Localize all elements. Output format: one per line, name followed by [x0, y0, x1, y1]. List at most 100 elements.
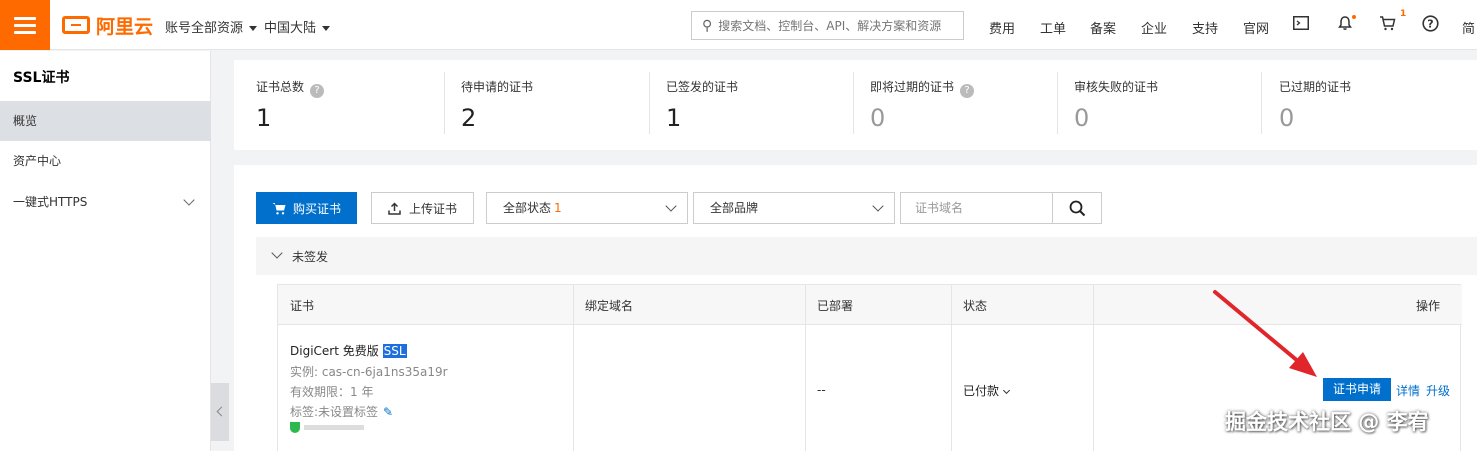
global-search[interactable]: ⚲: [691, 11, 964, 40]
menu-icon[interactable]: [0, 0, 50, 50]
nav-fees[interactable]: 费用: [989, 18, 1015, 37]
notification-dot: [1352, 15, 1356, 19]
terminal-icon[interactable]: [1291, 15, 1311, 35]
sidebar-item-label: 一键式HTTPS: [13, 195, 88, 209]
divider: [1093, 285, 1094, 451]
deployed-value: --: [817, 383, 826, 397]
buy-certificate-label: 购买证书: [292, 201, 341, 216]
stat-label: 已签发的证书: [666, 80, 739, 94]
tags-text: 标签:未设置标签: [290, 405, 379, 419]
brand-filter-select[interactable]: 全部品牌: [693, 192, 895, 224]
stat-failed[interactable]: 审核失败的证书 0: [1052, 60, 1257, 150]
aliyun-logo[interactable]: 阿里云: [62, 13, 154, 38]
shield-icon: [290, 422, 300, 433]
red-arrow-annotation: [1213, 290, 1317, 377]
watermark: 掘金技术社区 @ 李宥: [1225, 410, 1429, 434]
nav-enterprise[interactable]: 企业: [1141, 18, 1167, 37]
stat-pending[interactable]: 待申请的证书 2: [439, 60, 644, 150]
logo-text: 阿里云: [96, 15, 154, 38]
language-switch[interactable]: 简: [1462, 18, 1475, 37]
account-dropdown[interactable]: 账号全部资源: [165, 17, 258, 36]
status-filter-select[interactable]: 全部状态 1: [486, 192, 688, 224]
global-search-input[interactable]: [718, 18, 944, 33]
divider: [951, 285, 952, 451]
group-label: 未签发: [292, 250, 329, 264]
sidebar-item-assets[interactable]: 资产中心: [0, 141, 211, 181]
stat-issued[interactable]: 已签发的证书 1: [644, 60, 849, 150]
domain-search-input[interactable]: 证书域名: [900, 192, 1052, 224]
stat-expired[interactable]: 已过期的证书 0: [1257, 60, 1462, 150]
stat-label: 待申请的证书: [461, 80, 534, 94]
status-filter-label: 全部状态: [503, 201, 552, 215]
edit-pencil-icon[interactable]: ✎: [383, 405, 393, 419]
status-text: 已付款: [963, 384, 1000, 398]
sidebar-item-overview[interactable]: 概览: [0, 101, 211, 141]
stat-value: 0: [870, 104, 886, 132]
nav-filing[interactable]: 备案: [1090, 18, 1116, 37]
certificate-validity: 有效期限：1 年: [290, 385, 374, 399]
help-icon[interactable]: ?: [1420, 15, 1440, 35]
stat-value: 1: [256, 104, 272, 132]
chevron-down-icon: [1002, 386, 1011, 395]
column-header-deployed: 已部署: [817, 299, 854, 313]
svg-text:?: ?: [1427, 18, 1433, 31]
top-bar: 阿里云 账号全部资源 中国大陆 ⚲ 费用 工单 备案 企业 支持 官网 1 ? …: [0, 0, 1477, 50]
certificate-instance: 实例: cas-cn-6ja1ns35a19r: [290, 365, 448, 379]
sidebar-title: SSL证书: [13, 70, 70, 86]
chevron-down-icon: [271, 247, 283, 259]
brand-filter-label: 全部品牌: [710, 201, 759, 215]
column-header-bound-domain: 绑定域名: [585, 299, 634, 313]
stat-value: 0: [1074, 104, 1090, 132]
column-header-certificate: 证书: [290, 299, 315, 313]
sidebar-item-label: 资产中心: [13, 154, 62, 168]
domain-search-button[interactable]: [1052, 192, 1102, 224]
apply-certificate-button[interactable]: 证书申请: [1323, 378, 1391, 401]
aliyun-logo-icon: [62, 16, 90, 34]
account-dropdown-label: 账号全部资源: [165, 21, 244, 36]
sidebar: SSL证书 概览 资产中心 一键式HTTPS: [0, 51, 211, 451]
upload-certificate-label: 上传证书: [408, 201, 457, 216]
redacted-text: [304, 425, 364, 430]
divider: [573, 285, 574, 451]
caret-down-icon: [322, 26, 331, 31]
chevron-down-icon: [183, 194, 195, 206]
sidebar-item-one-click-https[interactable]: 一键式HTTPS: [0, 182, 211, 222]
question-icon[interactable]: ?: [960, 84, 975, 98]
certificate-tags: 标签:未设置标签 ✎: [290, 403, 393, 420]
certificate-name-highlight: SSL: [382, 344, 407, 358]
stat-total[interactable]: 证书总数? 1: [234, 60, 439, 150]
chevron-down-icon: [872, 200, 884, 212]
cart-icon: [272, 202, 286, 214]
upload-certificate-button[interactable]: 上传证书: [371, 192, 474, 224]
caret-down-icon: [249, 26, 258, 31]
stat-value: 2: [461, 104, 477, 132]
certificate-security-status: [290, 422, 364, 433]
stat-label: 证书总数: [256, 80, 305, 94]
status-filter-count: 1: [554, 201, 562, 215]
column-header-actions: 操作: [1416, 299, 1441, 313]
upload-icon: [388, 201, 401, 215]
question-icon[interactable]: ?: [310, 84, 325, 98]
buy-certificate-button[interactable]: 购买证书: [256, 192, 357, 224]
upgrade-link[interactable]: 升级: [1426, 382, 1450, 399]
search-icon: [1069, 200, 1085, 216]
certificate-name-text: DigiCert 免费版: [290, 344, 379, 358]
sidebar-item-label: 概览: [13, 114, 38, 128]
nav-support[interactable]: 支持: [1192, 18, 1218, 37]
cart-badge: 1: [1400, 9, 1407, 19]
group-header-unsigned[interactable]: 未签发: [256, 237, 1477, 275]
sidebar-collapse-handle[interactable]: [211, 383, 229, 441]
stat-label: 即将过期的证书: [870, 80, 955, 94]
status-dropdown[interactable]: 已付款: [963, 382, 1011, 399]
divider: [805, 285, 806, 451]
cart-icon[interactable]: [1377, 15, 1397, 35]
stat-label: 已过期的证书: [1279, 80, 1352, 94]
stat-value: 1: [666, 104, 682, 132]
stat-expiring[interactable]: 即将过期的证书? 0: [848, 60, 1053, 150]
stats-panel: 证书总数? 1 待申请的证书 2 已签发的证书 1 即将过期的证书? 0 审核失…: [234, 60, 1477, 150]
details-link[interactable]: 详情: [1396, 382, 1420, 399]
nav-tickets[interactable]: 工单: [1040, 18, 1066, 37]
nav-website[interactable]: 官网: [1243, 18, 1269, 37]
region-dropdown[interactable]: 中国大陆: [264, 17, 331, 36]
certificate-name[interactable]: DigiCert 免费版 SSL: [290, 342, 407, 359]
